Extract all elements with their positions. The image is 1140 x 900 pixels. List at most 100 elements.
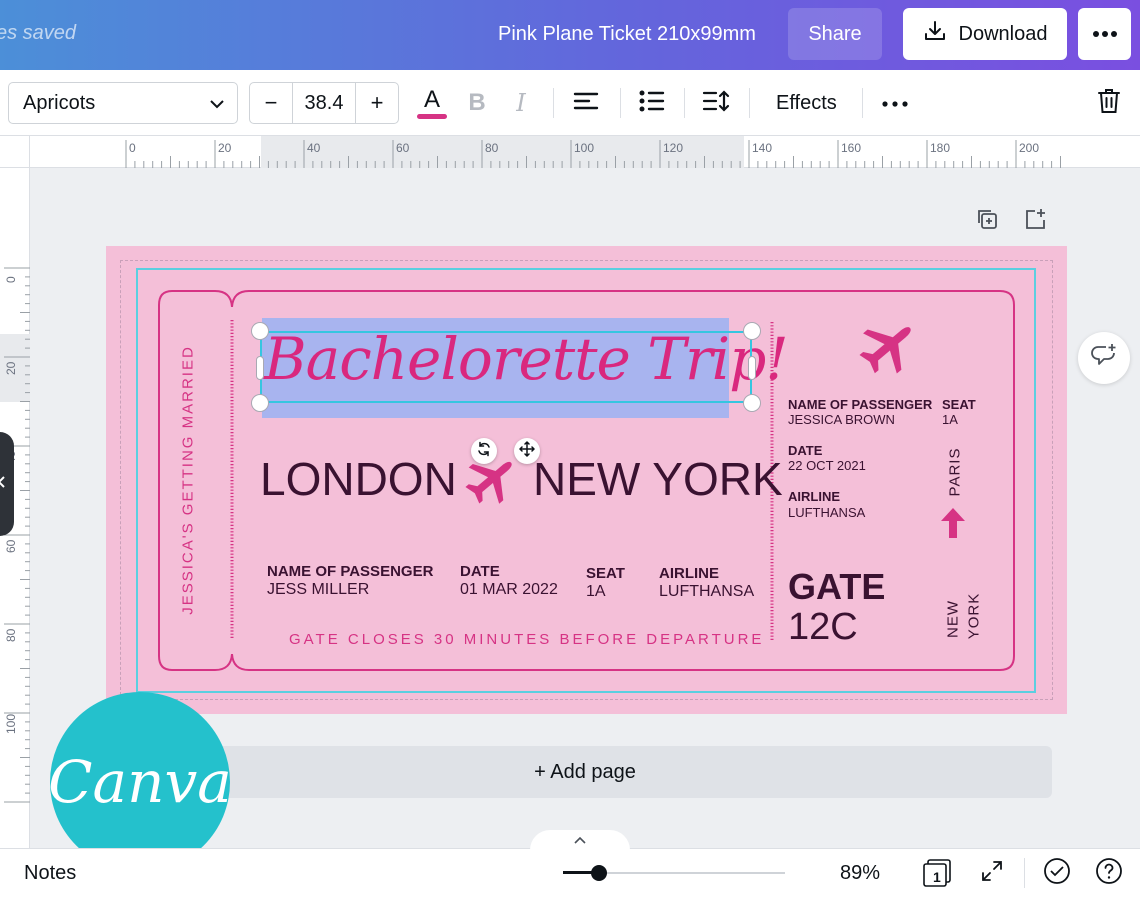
document-title[interactable]: Pink Plane Ticket 210x99mm xyxy=(498,23,756,46)
save-status: es saved xyxy=(0,22,77,44)
add-page-icon-button[interactable] xyxy=(1022,208,1048,234)
stub-date-value[interactable]: 22 OCT 2021 xyxy=(788,458,866,473)
trash-icon xyxy=(1098,88,1120,119)
resize-handle-bottom-right[interactable] xyxy=(743,394,761,412)
top-bar: es saved Pink Plane Ticket 210x99mm Shar… xyxy=(0,0,1140,70)
stub-airline-label[interactable]: AIRLINE xyxy=(788,489,840,504)
chevron-left-icon xyxy=(0,475,6,493)
list-button[interactable] xyxy=(636,82,668,124)
effects-button[interactable]: Effects xyxy=(776,92,837,115)
add-page-button[interactable]: + Add page xyxy=(118,746,1052,798)
zoom-slider-handle[interactable] xyxy=(590,865,607,881)
more-horizontal-icon xyxy=(1092,25,1118,43)
bottom-bar xyxy=(0,848,1140,900)
seat-label[interactable]: SEAT xyxy=(586,565,625,582)
canva-logo: Canva xyxy=(48,692,232,872)
align-button[interactable] xyxy=(570,82,602,124)
add-page-icon xyxy=(1024,208,1046,235)
gate-value[interactable]: 12C xyxy=(788,606,858,649)
add-comment-button[interactable] xyxy=(1078,332,1130,384)
italic-button[interactable]: I xyxy=(506,82,536,124)
download-button[interactable]: Download xyxy=(903,8,1067,60)
origin-vertical-text[interactable]: PARIS xyxy=(947,448,964,497)
page-count-button[interactable]: 1 xyxy=(922,858,952,888)
toolbar-divider xyxy=(749,88,750,118)
share-button[interactable]: Share xyxy=(788,8,882,60)
ruler-label: 0 xyxy=(4,276,18,283)
resize-handle-left[interactable] xyxy=(256,356,264,380)
horizontal-ruler: 0 20 40 60 80 100 120 140 160 180 200 xyxy=(30,136,1140,168)
ruler-corner xyxy=(0,136,30,168)
ruler-label: 60 xyxy=(4,539,18,553)
destination-vertical-text-1[interactable]: NEW xyxy=(945,600,962,638)
ruler-label: 160 xyxy=(841,141,862,155)
font-family-select[interactable]: Apricots xyxy=(8,82,238,124)
airplane-icon[interactable] xyxy=(859,314,921,381)
from-city[interactable]: LONDON xyxy=(260,452,457,506)
gate-label[interactable]: GATE xyxy=(788,566,885,608)
stub-seat-value[interactable]: 1A xyxy=(942,412,958,427)
text-color-swatch xyxy=(417,113,447,119)
stub-date-label[interactable]: DATE xyxy=(788,443,822,458)
ruler-label: 20 xyxy=(4,361,18,375)
delete-button[interactable] xyxy=(1094,82,1124,124)
bullet-list-icon xyxy=(639,90,665,117)
notes-button[interactable]: Notes xyxy=(24,862,76,885)
decrease-font-size-button[interactable]: − xyxy=(250,83,292,123)
airline-value[interactable]: LUFTHANSA xyxy=(659,583,754,601)
ruler-label: 120 xyxy=(663,141,684,155)
increase-font-size-button[interactable]: + xyxy=(356,83,398,123)
check-button[interactable] xyxy=(1042,857,1072,890)
airline-label[interactable]: AIRLINE xyxy=(659,565,719,582)
download-label: Download xyxy=(958,22,1048,45)
arrow-up-icon[interactable] xyxy=(941,508,965,543)
add-comment-icon xyxy=(1090,343,1118,374)
ruler-label: 20 xyxy=(218,141,232,155)
collapse-panel-handle[interactable] xyxy=(0,432,14,536)
font-size-input[interactable]: 38.4 xyxy=(292,83,356,123)
footer-divider xyxy=(1024,858,1025,888)
ruler-label: 180 xyxy=(930,141,951,155)
passenger-value[interactable]: JESS MILLER xyxy=(267,581,369,599)
seat-value[interactable]: 1A xyxy=(586,583,606,601)
bold-button[interactable]: B xyxy=(462,82,492,124)
stub-airline-value[interactable]: LUFTHANSA xyxy=(788,505,865,520)
airplane-icon[interactable] xyxy=(465,450,521,511)
resize-handle-bottom-left[interactable] xyxy=(251,394,269,412)
spacing-button[interactable] xyxy=(700,82,732,124)
fullscreen-icon xyxy=(980,859,1004,888)
toolbar-more-button[interactable] xyxy=(878,82,912,124)
resize-handle-right[interactable] xyxy=(748,356,756,380)
toolbar-divider xyxy=(553,88,554,118)
check-circle-icon xyxy=(1043,857,1071,890)
canva-editor: es saved Pink Plane Ticket 210x99mm Shar… xyxy=(0,0,1140,900)
text-color-button[interactable]: A xyxy=(414,82,450,124)
duplicate-page-button[interactable] xyxy=(974,208,1000,234)
ruler-label: 100 xyxy=(4,713,18,734)
stub-seat-label[interactable]: SEAT xyxy=(942,397,976,412)
side-vertical-text[interactable]: JESSICA'S GETTING MARRIED xyxy=(180,345,197,615)
help-button[interactable] xyxy=(1094,857,1124,888)
duplicate-page-icon xyxy=(976,208,998,235)
to-city[interactable]: NEW YORK xyxy=(533,452,783,506)
date-label[interactable]: DATE xyxy=(460,563,500,580)
font-size-stepper: − 38.4 + xyxy=(249,82,399,124)
ruler-label: 100 xyxy=(574,141,595,155)
fullscreen-button[interactable] xyxy=(977,858,1007,888)
chevron-down-icon xyxy=(209,92,225,115)
resize-handle-top-right[interactable] xyxy=(743,322,761,340)
stub-passenger-value[interactable]: JESSICA BROWN xyxy=(788,412,895,427)
zoom-level[interactable]: 89% xyxy=(840,862,880,885)
passenger-label[interactable]: NAME OF PASSENGER xyxy=(267,563,433,580)
destination-vertical-text-2[interactable]: YORK xyxy=(966,593,983,640)
selection-frame xyxy=(260,331,752,403)
gate-closes-note[interactable]: GATE CLOSES 30 MINUTES BEFORE DEPARTURE xyxy=(289,631,764,648)
expand-pages-tab[interactable] xyxy=(530,830,630,850)
resize-handle-top-left[interactable] xyxy=(251,322,269,340)
chevron-up-icon xyxy=(574,831,586,849)
more-options-button[interactable] xyxy=(1078,8,1131,60)
ruler-label: 60 xyxy=(396,141,410,155)
text-toolbar: Apricots − 38.4 + A B I Effects xyxy=(0,70,1140,136)
date-value[interactable]: 01 MAR 2022 xyxy=(460,581,558,599)
stub-passenger-label[interactable]: NAME OF PASSENGER xyxy=(788,397,932,412)
